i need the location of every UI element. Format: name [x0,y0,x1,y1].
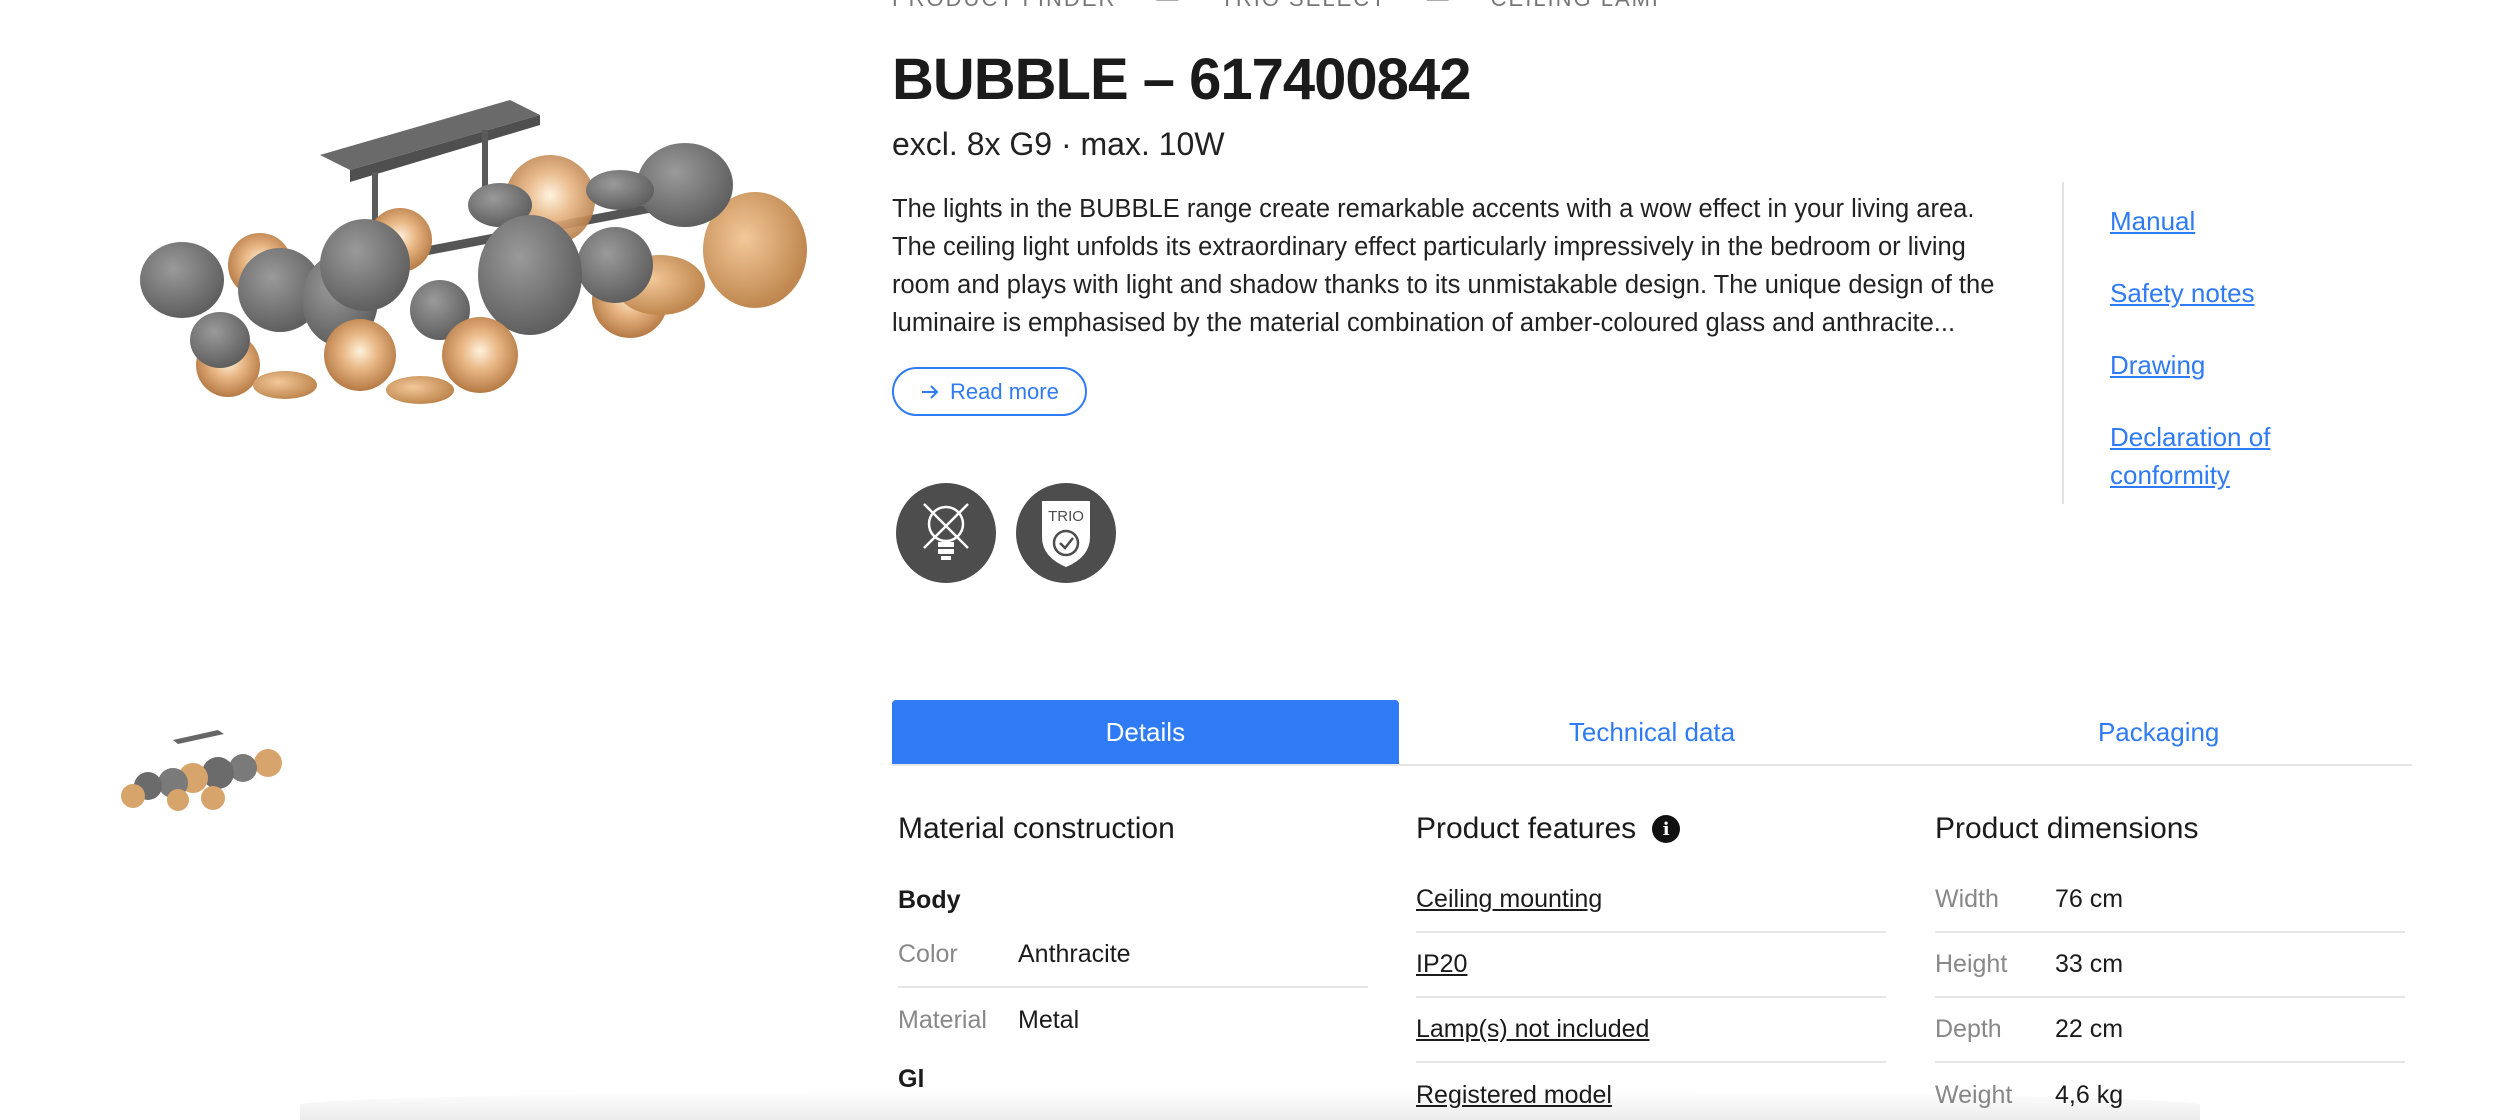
trio-quality-badge: TRIO [1016,483,1116,583]
spec-label: Color [898,940,958,968]
product-subtitle: excl. 8x G9 · max. 10W [892,126,1225,162]
breadcrumb-separator: — [1156,0,1180,12]
product-features-heading-row: Product features i [1416,812,1886,846]
breadcrumb-item-trio-select[interactable]: TRIO SELECT [1220,0,1386,12]
dimension-row-weight: Weight 4,6 kg [1935,1063,2405,1120]
trio-badge-text: TRIO [1048,508,1084,525]
product-features-heading: Product features [1416,812,1637,845]
product-features-section: Product features i Ceiling mounting IP20… [1416,812,1886,1120]
product-main-image[interactable] [110,90,810,430]
product-title: BUBBLE – 617400842 [892,47,1471,112]
safety-notes-link[interactable]: Safety notes [2110,274,2322,312]
product-badges: TRIO [896,483,1116,583]
product-dimensions-section: Product dimensions Width 76 cm Height 33… [1935,812,2405,1120]
arrow-right-icon [922,384,939,399]
spec-value: Metal [1018,1006,1080,1034]
detail-tabs: Details Technical data Packaging [892,700,2412,766]
feature-link-lamps-not-included[interactable]: Lamp(s) not included [1416,998,1886,1063]
breadcrumb: PRODUCT FINDER — TRIO SELECT — CEILING L… [892,0,1669,12]
dimension-label: Depth [1935,1015,2002,1043]
no-bulb-icon [923,503,969,560]
spec-label: Material [898,1006,987,1034]
dimension-row-height: Height 33 cm [1935,933,2405,998]
material-construction-heading: Material construction [898,812,1175,845]
breadcrumb-item-product-finder[interactable]: PRODUCT FINDER [892,0,1116,12]
tab-details[interactable]: Details [892,700,1399,764]
no-bulb-badge [896,483,996,583]
spec-value: Anthracite [1018,940,1131,968]
dimension-label: Weight [1935,1081,2013,1109]
glass-subheading-partial: Gl [898,1065,925,1093]
spec-row-material: Material Metal [898,988,1368,1053]
dimension-label: Height [1935,950,2008,978]
read-more-label: Read more [950,378,1059,404]
spec-row-color: Color Anthracite [898,923,1368,988]
feature-link-registered-model[interactable]: Registered model [1416,1063,1886,1120]
tab-packaging[interactable]: Packaging [1905,700,2412,764]
trio-quality-icon: TRIO [1042,501,1090,567]
manual-link[interactable]: Manual [2110,202,2322,240]
breadcrumb-item-ceiling-lamp[interactable]: CEILING LAMP [1491,0,1669,12]
declaration-of-conformity-link[interactable]: Declaration of conformity [2110,418,2322,494]
read-more-button[interactable]: Read more [892,367,1087,416]
bottom-shadow [300,1090,2200,1120]
product-description: The lights in the BUBBLE range create re… [892,195,1995,337]
product-dimensions-heading: Product dimensions [1935,812,2199,845]
dimension-row-width: Width 76 cm [1935,868,2405,933]
info-icon[interactable]: i [1652,815,1681,843]
breadcrumb-separator: — [1427,0,1451,12]
dimension-label: Width [1935,885,1999,913]
dimension-value: 76 cm [2055,885,2124,913]
tab-technical-data[interactable]: Technical data [1399,700,1906,764]
dimension-row-depth: Depth 22 cm [1935,998,2405,1063]
document-links: Manual Safety notes Drawing Declaration … [2062,182,2322,504]
body-subheading: Body [898,886,961,914]
dimension-value: 33 cm [2055,950,2124,978]
dimension-value: 22 cm [2055,1015,2124,1043]
feature-link-ip20[interactable]: IP20 [1416,933,1886,998]
dimension-value: 4,6 kg [2055,1081,2124,1109]
drawing-link[interactable]: Drawing [2110,346,2322,384]
material-construction-section: Material construction Body Color Anthrac… [898,812,1368,1094]
product-thumbnail[interactable] [118,728,288,812]
feature-link-ceiling-mounting[interactable]: Ceiling mounting [1416,868,1886,933]
